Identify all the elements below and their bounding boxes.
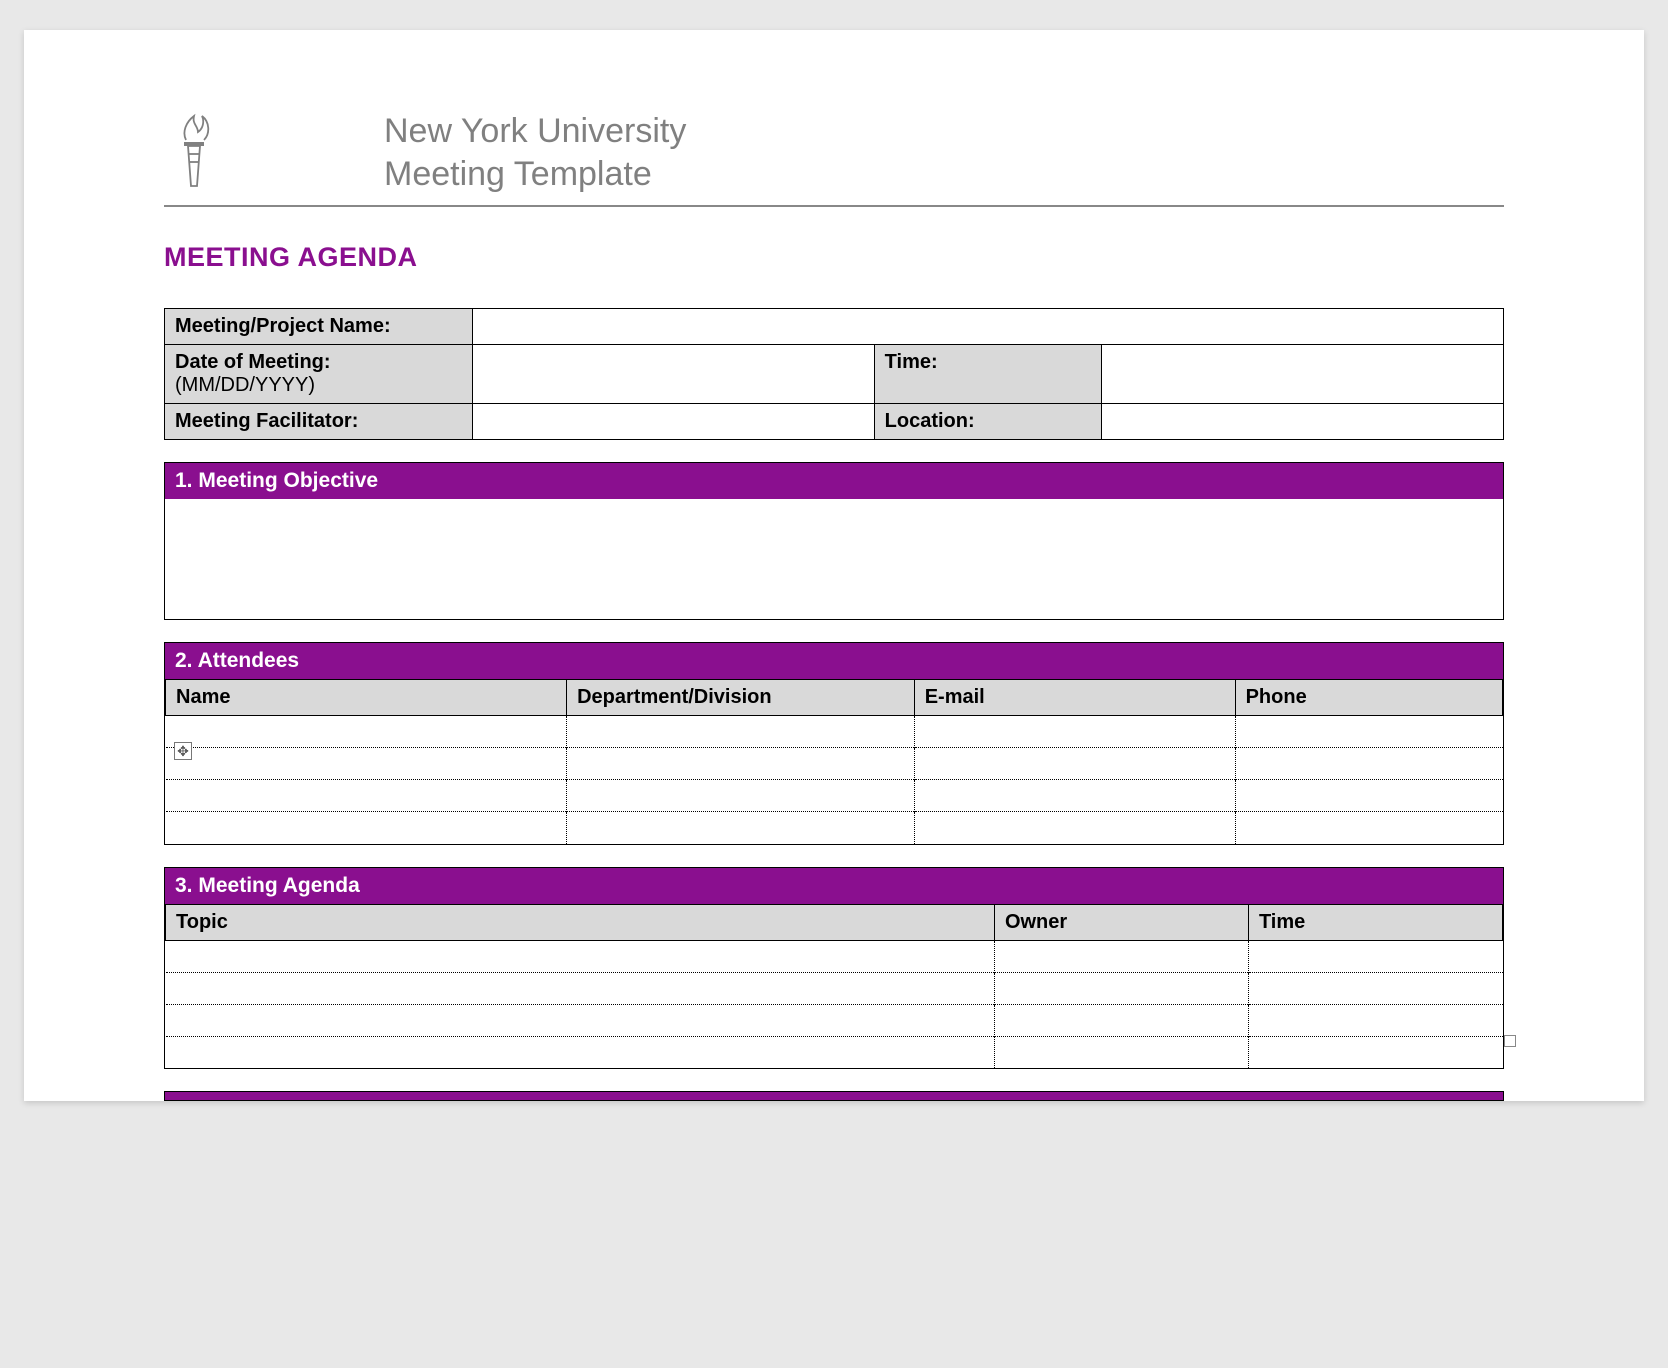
col-owner: Owner — [994, 904, 1248, 940]
document-header: New York University Meeting Template — [164, 110, 1504, 207]
agenda-row[interactable] — [166, 1036, 1503, 1068]
value-location[interactable] — [1102, 404, 1504, 440]
document-title: MEETING AGENDA — [164, 242, 1504, 273]
agenda-row[interactable] — [166, 972, 1503, 1004]
section-objective-body[interactable] — [165, 499, 1503, 619]
label-time: Time: — [874, 345, 1102, 404]
col-name: Name — [166, 680, 567, 716]
attendees-table: Name Department/Division E-mail Phone — [165, 679, 1503, 844]
col-topic: Topic — [166, 904, 995, 940]
section-next-partial — [164, 1091, 1504, 1101]
label-facilitator: Meeting Facilitator: — [165, 404, 473, 440]
label-date-sub: (MM/DD/YYYY) — [175, 374, 462, 397]
agenda-row[interactable] — [166, 1004, 1503, 1036]
meeting-info-table: Meeting/Project Name: Date of Meeting: (… — [164, 308, 1504, 440]
agenda-table: Topic Owner Time — [165, 904, 1503, 1069]
label-meeting-name: Meeting/Project Name: — [165, 309, 473, 345]
section-objective: 1. Meeting Objective — [164, 462, 1504, 620]
section-attendees-header: 2. Attendees — [165, 643, 1503, 679]
value-date[interactable] — [472, 345, 874, 404]
section-attendees: 2. Attendees Name Department/Division E-… — [164, 642, 1504, 845]
col-time: Time — [1248, 904, 1502, 940]
table-move-handle-icon[interactable]: ✥ — [174, 742, 192, 760]
label-location: Location: — [874, 404, 1102, 440]
header-line2: Meeting Template — [384, 153, 686, 196]
col-email: E-mail — [914, 680, 1235, 716]
col-dept: Department/Division — [567, 680, 915, 716]
value-meeting-name[interactable] — [472, 309, 1503, 345]
agenda-row[interactable] — [166, 940, 1503, 972]
header-text: New York University Meeting Template — [384, 110, 686, 195]
value-time[interactable] — [1102, 345, 1504, 404]
attendee-row[interactable] — [166, 716, 1503, 748]
section-agenda-header: 3. Meeting Agenda — [165, 868, 1503, 904]
attendee-row[interactable] — [166, 780, 1503, 812]
col-phone: Phone — [1235, 680, 1502, 716]
header-line1: New York University — [384, 110, 686, 153]
label-date: Date of Meeting: (MM/DD/YYYY) — [165, 345, 473, 404]
label-date-text: Date of Meeting: — [175, 351, 331, 373]
document-page: New York University Meeting Template MEE… — [24, 30, 1644, 1101]
value-facilitator[interactable] — [472, 404, 874, 440]
section-agenda: 3. Meeting Agenda Topic Owner Time — [164, 867, 1504, 1070]
nyu-torch-icon — [164, 110, 224, 188]
section-objective-header: 1. Meeting Objective — [165, 463, 1503, 499]
attendee-row[interactable] — [166, 748, 1503, 780]
attendee-row[interactable] — [166, 812, 1503, 844]
table-resize-handle-icon[interactable] — [1504, 1035, 1516, 1047]
